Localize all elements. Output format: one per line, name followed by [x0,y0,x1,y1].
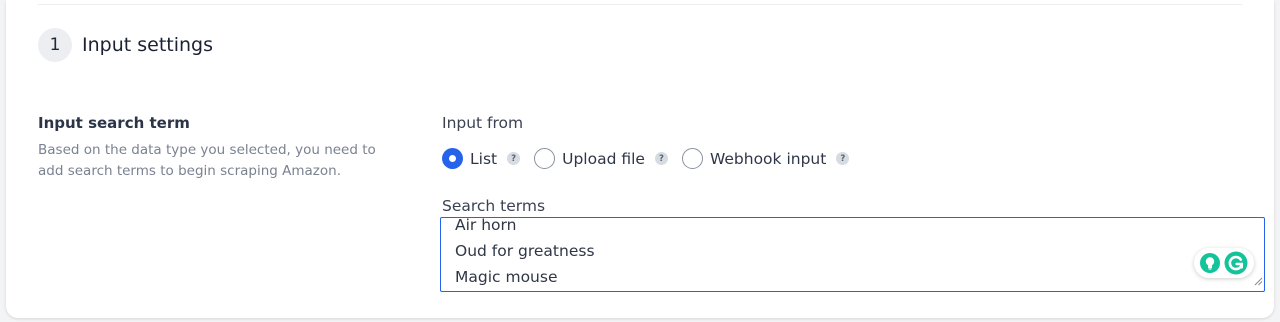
resize-handle-icon[interactable] [1253,271,1263,290]
section-title: Input settings [82,34,214,56]
search-terms-content[interactable]: Air horn Oud for greatness Magic mouse [455,217,595,290]
search-term-line: Magic mouse [455,268,558,286]
help-icon[interactable]: ? [507,152,521,165]
input-search-term-description: Based on the data type you selected, you… [38,142,376,179]
lightbulb-icon[interactable] [1200,253,1220,273]
search-terms-label: Search terms [442,197,546,215]
grammarly-g-icon[interactable] [1224,251,1248,275]
section-header: 1 Input settings [38,28,213,62]
input-search-term-title: Input search term [38,114,190,132]
radio-upload-file-label: Upload file [562,149,645,168]
grammarly-widget[interactable] [1194,248,1254,278]
radio-list-label: List [470,149,498,168]
radio-list[interactable] [442,148,463,169]
search-terms-textarea[interactable]: Air horn Oud for greatness Magic mouse [440,217,1265,292]
radio-webhook-input-label: Webhook input [709,149,827,168]
radio-webhook-input[interactable] [681,148,703,169]
input-from-radio-group: List ? Upload file ? Webhook input ? [442,148,863,169]
radio-upload-file[interactable] [534,148,556,169]
search-term-line: Oud for greatness [455,242,595,260]
step-badge: 1 [38,28,72,62]
input-source-panel: Input from List ? Upload file ? Webhook … [442,114,850,215]
radio-option-upload-file[interactable]: Upload file ? [534,148,668,169]
input-from-label: Input from [442,114,524,132]
input-search-term-info: Input search term Based on the data type… [38,114,398,182]
radio-option-list[interactable]: List ? [442,148,521,169]
top-divider [38,4,1242,5]
search-term-line: Air horn [455,217,517,234]
help-icon[interactable]: ? [654,152,668,165]
help-icon[interactable]: ? [836,152,850,165]
radio-option-webhook-input[interactable]: Webhook input ? [681,148,850,169]
